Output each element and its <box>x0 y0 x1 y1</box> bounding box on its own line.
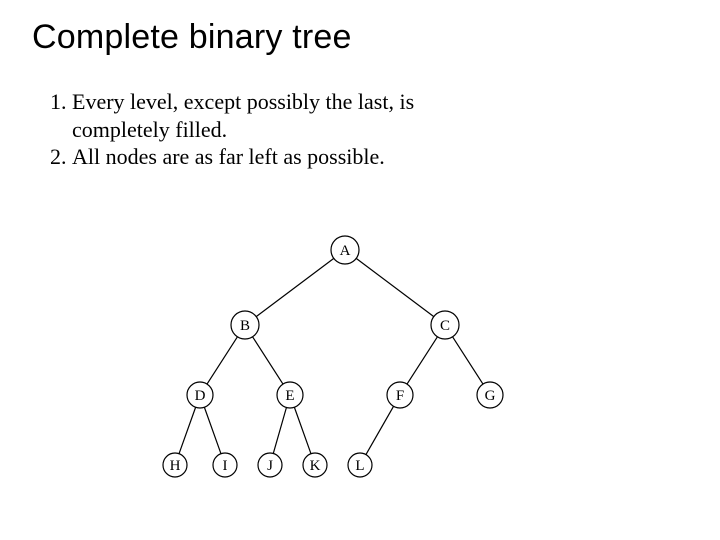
page-title: Complete binary tree <box>32 18 352 57</box>
tree-node-label: I <box>223 458 228 474</box>
tree-edge <box>253 337 283 384</box>
tree-edge <box>356 258 434 316</box>
tree-node-label: J <box>267 458 273 474</box>
list-number-spacer <box>50 116 72 144</box>
tree-node-label: D <box>195 388 206 404</box>
tree-node-label: F <box>396 388 404 404</box>
tree-edge <box>407 337 437 384</box>
tree-svg: A B C D E F G H I J K L <box>135 220 535 500</box>
tree-edge <box>273 407 286 453</box>
list-text: completely filled. <box>72 116 227 144</box>
tree-node-label: H <box>170 458 181 474</box>
definition-list: 1. Every level, except possibly the last… <box>50 88 630 171</box>
list-item: 2. All nodes are as far left as possible… <box>50 143 630 171</box>
tree-edge <box>179 407 196 453</box>
list-number: 2. <box>50 143 72 171</box>
list-item: 1. Every level, except possibly the last… <box>50 88 630 116</box>
tree-node-label: L <box>355 458 364 474</box>
list-item-cont: completely filled. <box>50 116 630 144</box>
tree-node-label: A <box>340 243 351 259</box>
tree-edge <box>207 337 237 384</box>
tree-node-label: K <box>310 458 321 474</box>
tree-edge <box>204 407 221 453</box>
list-text: All nodes are as far left as possible. <box>72 143 385 171</box>
tree-node-label: E <box>285 388 294 404</box>
tree-edge <box>366 406 394 454</box>
tree-node-label: G <box>485 388 496 404</box>
tree-edge <box>453 337 483 384</box>
tree-diagram: A B C D E F G H I J K L <box>135 220 535 505</box>
tree-edge <box>256 258 334 316</box>
list-text: Every level, except possibly the last, i… <box>72 88 414 116</box>
list-number: 1. <box>50 88 72 116</box>
slide: Complete binary tree 1. Every level, exc… <box>0 0 720 540</box>
tree-node-label: B <box>240 318 250 334</box>
tree-edge <box>294 407 311 453</box>
tree-node-label: C <box>440 318 450 334</box>
